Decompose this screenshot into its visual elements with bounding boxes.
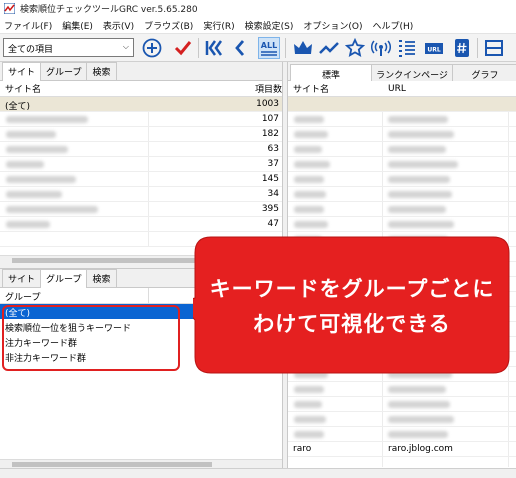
- tab-group[interactable]: グループ: [40, 269, 88, 288]
- site-row[interactable]: 63: [0, 142, 282, 157]
- keyword-row[interactable]: [288, 427, 516, 442]
- line-chart-icon: [319, 42, 339, 54]
- site-list-header: サイト名 項目数: [0, 81, 282, 97]
- title-bar: 検索順位チェックツールGRC ver.5.65.280: [0, 0, 516, 17]
- col-group-name[interactable]: グループ: [5, 290, 40, 303]
- menu-search-settings[interactable]: 検索設定(S): [245, 19, 294, 32]
- svg-text:ALL: ALL: [261, 41, 277, 50]
- menu-options[interactable]: オプション(O): [303, 19, 362, 32]
- keyword-row[interactable]: [288, 217, 516, 232]
- keyword-list-header: サイト名 URL: [288, 81, 516, 97]
- status-bar: [0, 468, 516, 478]
- site-row[interactable]: 47: [0, 217, 282, 232]
- tab-rank-in-pages[interactable]: ランクインページ: [371, 64, 453, 81]
- broadcast-button[interactable]: [370, 37, 392, 59]
- chevron-down-icon: ⌵: [122, 42, 129, 51]
- svg-text:URL: URL: [427, 47, 440, 54]
- chevron-left-icon: [235, 40, 245, 56]
- menu-run[interactable]: 実行(R): [203, 19, 234, 32]
- crown-button[interactable]: [292, 37, 314, 59]
- menu-file[interactable]: ファイル(F): [4, 19, 52, 32]
- plus-circle-icon: [142, 38, 162, 58]
- col-item-count[interactable]: 項目数: [255, 82, 282, 95]
- horizontal-scrollbar[interactable]: [0, 459, 282, 468]
- first-button[interactable]: [203, 37, 225, 59]
- col-site-name[interactable]: サイト名: [5, 82, 41, 95]
- favorite-button[interactable]: [344, 37, 366, 59]
- window-layout-icon: [485, 40, 503, 56]
- menu-bar: ファイル(F) 編集(E) 表示(V) ブラウズ(B) 実行(R) 検索設定(S…: [0, 17, 516, 34]
- keyword-row[interactable]: [288, 382, 516, 397]
- site-row[interactable]: 107: [0, 112, 282, 127]
- menu-edit[interactable]: 編集(E): [62, 19, 93, 32]
- tab-site[interactable]: サイト: [2, 62, 42, 81]
- keyword-row[interactable]: [288, 397, 516, 412]
- keyword-row[interactable]: [288, 412, 516, 427]
- prev-button[interactable]: [229, 37, 251, 59]
- tab-group[interactable]: グループ: [40, 62, 88, 80]
- crown-icon: [294, 41, 312, 54]
- trend-button[interactable]: [318, 37, 340, 59]
- check-icon: [174, 41, 192, 56]
- keyword-row[interactable]: [288, 172, 516, 187]
- group-highlight-frame: [2, 305, 180, 371]
- url-icon: URL: [425, 43, 443, 54]
- filter-select[interactable]: 全ての項目 ⌵: [3, 38, 134, 57]
- filter-select-value: 全ての項目: [8, 45, 54, 55]
- annotation-line-1: キーワードをグループごとに: [209, 277, 495, 301]
- annotation-line-2: わけて可視化できる: [253, 312, 451, 336]
- tab-search[interactable]: 検索: [86, 269, 117, 287]
- site-row[interactable]: 145: [0, 172, 282, 187]
- tab-site[interactable]: サイト: [2, 269, 42, 287]
- site-row[interactable]: 182: [0, 127, 282, 142]
- keyword-panel-tabs: 標準 ランクインページ グラフ: [288, 62, 516, 81]
- site-list: (全て) 1003 107 182 63 37 145 34 395 47: [0, 97, 282, 247]
- add-button[interactable]: [141, 37, 163, 59]
- col-site-name[interactable]: サイト名: [293, 82, 329, 95]
- site-panel-tabs: サイト グループ 検索: [0, 62, 282, 81]
- tab-standard[interactable]: 標準: [290, 64, 372, 81]
- site-row[interactable]: 395: [0, 202, 282, 217]
- tag-button[interactable]: [451, 37, 473, 59]
- url-button[interactable]: URL: [423, 37, 445, 59]
- annotation-callout: キーワードをグループごとに わけて可視化できる: [193, 236, 511, 374]
- window-title: 検索順位チェックツールGRC ver.5.65.280: [20, 5, 198, 15]
- check-button[interactable]: [172, 37, 194, 59]
- tab-graph[interactable]: グラフ: [452, 64, 516, 81]
- col-url[interactable]: URL: [388, 84, 406, 94]
- menu-browse[interactable]: ブラウズ(B): [144, 19, 193, 32]
- all-icon: ALL: [261, 41, 277, 56]
- menu-help[interactable]: ヘルプ(H): [372, 19, 413, 32]
- callout-bubble: [193, 236, 510, 374]
- tab-search[interactable]: 検索: [86, 62, 117, 80]
- keyword-row[interactable]: [288, 157, 516, 172]
- site-row[interactable]: 37: [0, 157, 282, 172]
- app-icon: [4, 3, 15, 14]
- keyword-row[interactable]: [288, 187, 516, 202]
- keyword-row[interactable]: [288, 97, 516, 112]
- keyword-row[interactable]: [288, 127, 516, 142]
- site-row[interactable]: 34: [0, 187, 282, 202]
- menu-view[interactable]: 表示(V): [103, 19, 134, 32]
- double-chevron-left-icon: [205, 40, 223, 56]
- toolbar: 全ての項目 ⌵ ALL URL: [0, 34, 516, 62]
- hashtag-icon: [455, 39, 469, 57]
- site-row[interactable]: (全て) 1003: [0, 97, 282, 112]
- layout-button[interactable]: [483, 37, 505, 59]
- keyword-row[interactable]: [288, 112, 516, 127]
- keyword-row[interactable]: raro raro.jblog.com: [288, 442, 516, 457]
- keyword-row[interactable]: [288, 202, 516, 217]
- broadcast-icon: [371, 40, 391, 56]
- sort-button[interactable]: [396, 37, 418, 59]
- all-button[interactable]: ALL: [258, 37, 280, 59]
- keyword-row[interactable]: [288, 142, 516, 157]
- star-icon: [345, 38, 365, 57]
- numbered-list-icon: [399, 40, 415, 57]
- site-panel: サイト グループ 検索 サイト名 項目数 (全て) 1003 107 182 6…: [0, 62, 283, 264]
